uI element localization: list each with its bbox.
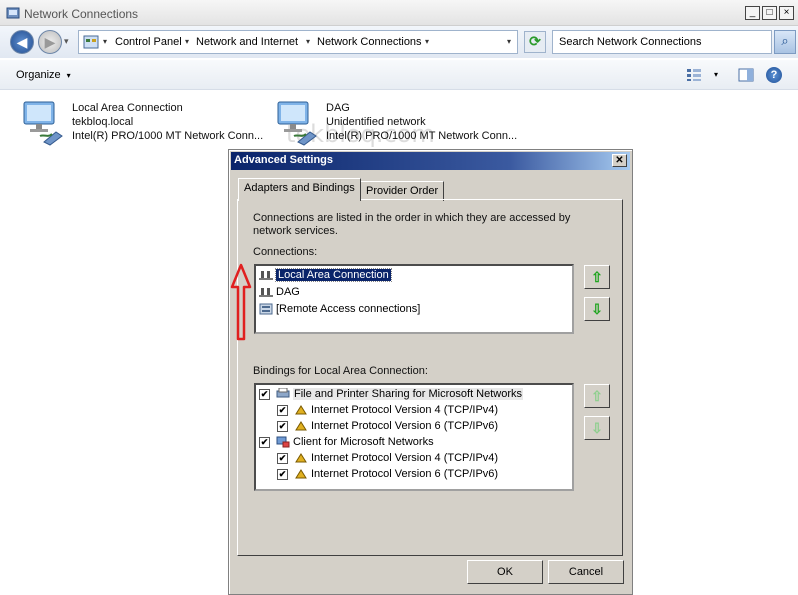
client-network-icon bbox=[276, 436, 290, 448]
binding-label: Client for Microsoft Networks bbox=[293, 436, 434, 448]
protocol-icon bbox=[295, 469, 307, 479]
search-input[interactable]: Search Network Connections bbox=[552, 30, 772, 54]
binding-checkbox[interactable]: ✔ bbox=[277, 452, 288, 464]
ok-button[interactable]: OK bbox=[467, 560, 543, 584]
bindings-list[interactable]: ✔ File and Printer Sharing for Microsoft… bbox=[254, 383, 574, 491]
list-item[interactable]: ✔ File and Printer Sharing for Microsoft… bbox=[259, 387, 524, 403]
address-history-dropdown[interactable]: ▾ bbox=[507, 37, 511, 46]
search-icon[interactable]: ⌕ bbox=[774, 30, 796, 54]
network-adapter-icon bbox=[23, 101, 63, 146]
command-bar: Organize ▾ tekbloq.com ▾ ? bbox=[0, 60, 798, 148]
organize-label: Organize bbox=[16, 69, 61, 81]
breadcrumb-network-connections[interactable]: Network Connections bbox=[317, 36, 422, 48]
remote-access-icon bbox=[259, 303, 273, 315]
address-field[interactable]: ▾ Control Panel ▾ Network and Internet ▾… bbox=[78, 30, 518, 54]
connection-list-label: DAG bbox=[276, 286, 300, 298]
close-button[interactable]: × bbox=[779, 6, 794, 20]
connection-item-local-area[interactable]: Local Area Connection tekbloq.local Inte… bbox=[22, 98, 272, 148]
bindings-label: Bindings for Local Area Connection: bbox=[253, 365, 428, 377]
tab-adapters-and-bindings[interactable]: Adapters and Bindings bbox=[238, 178, 361, 201]
list-item[interactable]: [Remote Access connections] bbox=[259, 302, 420, 318]
binding-checkbox[interactable]: ✔ bbox=[277, 404, 288, 416]
move-binding-down-button[interactable]: ⇩ bbox=[584, 416, 610, 440]
window-title: Network Connections bbox=[24, 7, 139, 21]
connection-adapter: Intel(R) PRO/1000 MT Network Conn... bbox=[72, 130, 264, 142]
chevron-down-icon: ▾ bbox=[66, 71, 71, 80]
binding-checkbox[interactable]: ✔ bbox=[277, 468, 288, 480]
dialog-titlebar: Advanced Settings ✕ bbox=[231, 152, 630, 170]
move-connection-up-button[interactable]: ⇧ bbox=[584, 265, 610, 289]
binding-label: Internet Protocol Version 4 (TCP/IPv4) bbox=[311, 404, 499, 416]
preview-pane-icon[interactable] bbox=[738, 68, 754, 82]
connection-name: Local Area Connection bbox=[72, 102, 183, 114]
connections-label: Connections: bbox=[253, 246, 318, 258]
connection-adapter: Intel(R) PRO/1000 MT Network Conn... bbox=[326, 130, 518, 142]
refresh-button[interactable]: ⟳ bbox=[524, 31, 546, 53]
breadcrumb-network-and-internet[interactable]: Network and Internet bbox=[196, 36, 298, 48]
binding-label: Internet Protocol Version 4 (TCP/IPv4) bbox=[311, 452, 499, 464]
help-icon[interactable]: ? bbox=[766, 67, 782, 83]
connection-network: Unidentified network bbox=[326, 116, 426, 128]
list-item[interactable]: ✔ Internet Protocol Version 4 (TCP/IPv4) bbox=[277, 451, 498, 467]
forward-button[interactable]: ▶ bbox=[38, 30, 62, 54]
connections-description: Connections are listed in the order in w… bbox=[253, 212, 571, 237]
binding-checkbox[interactable]: ✔ bbox=[277, 420, 288, 432]
protocol-icon bbox=[295, 405, 307, 415]
cancel-button[interactable]: Cancel bbox=[548, 560, 624, 584]
tab-panel: Connections are listed in the order in w… bbox=[237, 199, 623, 556]
protocol-icon bbox=[295, 421, 307, 431]
move-binding-up-button[interactable]: ⇧ bbox=[584, 384, 610, 408]
list-item[interactable]: DAG bbox=[259, 285, 300, 301]
breadcrumb-separator[interactable]: ▾ bbox=[103, 37, 107, 46]
breadcrumb-separator[interactable]: ▾ bbox=[306, 37, 310, 46]
network-plug-icon bbox=[259, 271, 273, 281]
binding-checkbox[interactable]: ✔ bbox=[259, 436, 270, 448]
protocol-icon bbox=[295, 453, 307, 463]
recent-pages-dropdown[interactable]: ▾ bbox=[64, 36, 69, 47]
connection-list-label: [Remote Access connections] bbox=[276, 303, 421, 315]
list-item[interactable]: ✔ Internet Protocol Version 6 (TCP/IPv6) bbox=[277, 467, 498, 483]
network-plug-icon bbox=[259, 288, 273, 298]
breadcrumb-control-panel[interactable]: Control Panel bbox=[115, 36, 182, 48]
network-adapter-icon bbox=[277, 101, 317, 146]
list-item[interactable]: ✔ Internet Protocol Version 6 (TCP/IPv6) bbox=[277, 419, 498, 435]
breadcrumb-separator[interactable]: ▾ bbox=[185, 37, 189, 46]
back-button[interactable]: ◀ bbox=[10, 30, 34, 54]
minimize-button[interactable]: _ bbox=[745, 6, 760, 20]
annotation-arrow-icon bbox=[230, 263, 252, 341]
binding-checkbox[interactable]: ✔ bbox=[259, 388, 270, 400]
network-folder-icon bbox=[6, 7, 20, 19]
dialog-close-button[interactable]: ✕ bbox=[612, 154, 627, 167]
binding-label: File and Printer Sharing for Microsoft N… bbox=[293, 388, 524, 400]
breadcrumb-separator[interactable]: ▾ bbox=[425, 37, 429, 46]
connection-list-label: Local Area Connection bbox=[275, 268, 392, 282]
address-bar: ◀ ▶ ▾ ▾ Control Panel ▾ Network and Inte… bbox=[0, 26, 798, 58]
view-options-dropdown[interactable]: ▾ bbox=[714, 70, 718, 79]
change-view-icon[interactable] bbox=[686, 68, 702, 82]
list-item[interactable]: ✔ Internet Protocol Version 4 (TCP/IPv4) bbox=[277, 403, 498, 419]
list-item[interactable]: Local Area Connection bbox=[259, 268, 392, 284]
organize-menu[interactable]: Organize ▾ bbox=[16, 69, 71, 81]
tab-provider-order[interactable]: Provider Order bbox=[360, 181, 445, 201]
list-item[interactable]: ✔ Client for Microsoft Networks bbox=[259, 435, 434, 451]
binding-label: Internet Protocol Version 6 (TCP/IPv6) bbox=[311, 468, 499, 480]
move-connection-down-button[interactable]: ⇩ bbox=[584, 297, 610, 321]
window-titlebar: Network Connections _ □ × bbox=[0, 0, 798, 26]
advanced-settings-dialog: Advanced Settings ✕ Adapters and Binding… bbox=[228, 149, 633, 595]
connections-list[interactable]: Local Area Connection DAG [Remote Access… bbox=[254, 264, 574, 334]
maximize-button[interactable]: □ bbox=[762, 6, 777, 20]
connection-name: DAG bbox=[326, 102, 350, 114]
file-printer-sharing-icon bbox=[276, 388, 290, 398]
connection-item-dag[interactable]: DAG Unidentified network Intel(R) PRO/10… bbox=[276, 98, 536, 148]
connection-network: tekbloq.local bbox=[72, 116, 134, 128]
dialog-title: Advanced Settings bbox=[234, 154, 334, 166]
control-panel-icon bbox=[83, 35, 99, 49]
binding-label: Internet Protocol Version 6 (TCP/IPv6) bbox=[311, 420, 499, 432]
